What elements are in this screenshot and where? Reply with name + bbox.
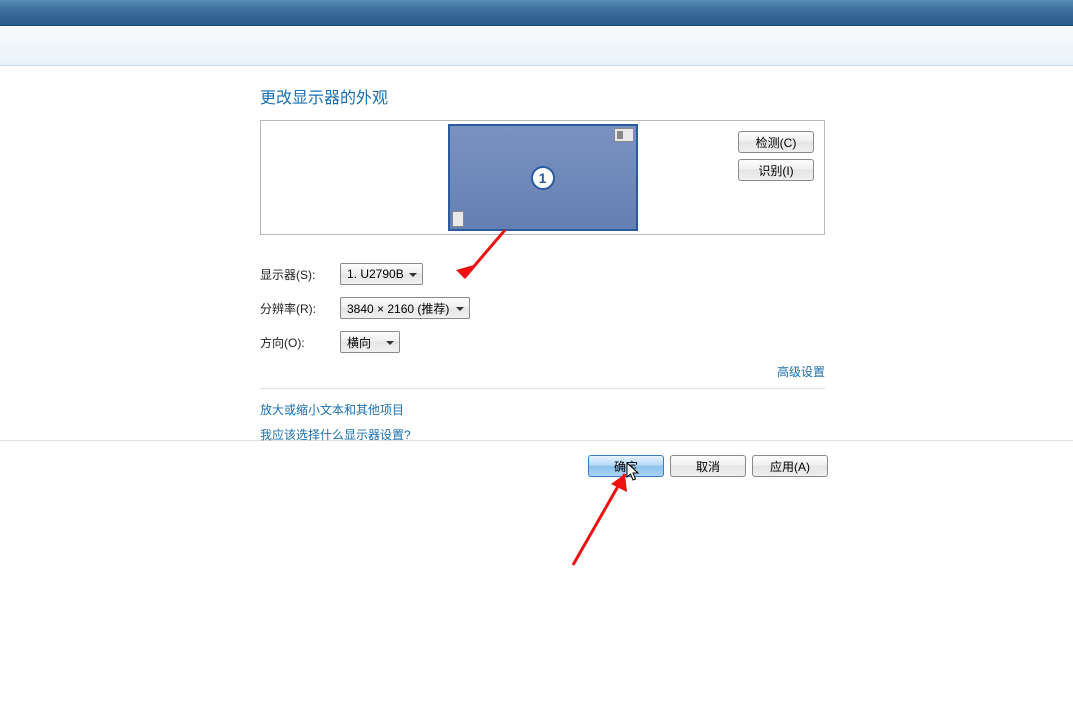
orientation-dropdown-value: 横向 xyxy=(347,334,371,351)
display-preview-box: 1 检测(C) 识别(I) xyxy=(260,120,825,235)
which-settings-link[interactable]: 我应该选择什么显示器设置? xyxy=(260,426,1073,443)
window-toolbar xyxy=(0,26,1073,66)
cancel-button[interactable]: 取消 xyxy=(670,455,746,477)
settings-form: 显示器(S): 1. U2790B 分辨率(R): 3840 × 2160 (推… xyxy=(260,257,825,359)
preview-side-buttons: 检测(C) 识别(I) xyxy=(738,131,814,181)
resolution-label: 分辨率(R): xyxy=(260,300,340,317)
dialog-buttons: 确定 取消 应用(A) xyxy=(0,455,1073,477)
detect-button[interactable]: 检测(C) xyxy=(738,131,814,153)
help-links: 放大或缩小文本和其他项目 我应该选择什么显示器设置? xyxy=(260,401,1073,443)
page-title: 更改显示器的外观 xyxy=(260,84,1073,108)
sidebar-spacer xyxy=(0,66,260,440)
monitor-corner-icon xyxy=(614,128,634,142)
main-panel: 更改显示器的外观 1 检测(C) 识别(I) 显示器(S): 1. U2790B… xyxy=(260,66,1073,440)
scale-text-link[interactable]: 放大或缩小文本和其他项目 xyxy=(260,401,1073,418)
display-dropdown[interactable]: 1. U2790B xyxy=(340,263,423,285)
apply-button[interactable]: 应用(A) xyxy=(752,455,828,477)
content-area: 更改显示器的外观 1 检测(C) 识别(I) 显示器(S): 1. U2790B… xyxy=(0,66,1073,441)
advanced-settings-link[interactable]: 高级设置 xyxy=(777,365,825,379)
display-dropdown-value: 1. U2790B xyxy=(347,267,404,281)
resolution-dropdown-value: 3840 × 2160 (推荐) xyxy=(347,300,449,317)
display-label: 显示器(S): xyxy=(260,266,340,283)
ok-button[interactable]: 确定 xyxy=(588,455,664,477)
identify-button[interactable]: 识别(I) xyxy=(738,159,814,181)
monitor-number-badge: 1 xyxy=(531,166,555,190)
row-resolution: 分辨率(R): 3840 × 2160 (推荐) xyxy=(260,291,825,325)
orientation-label: 方向(O): xyxy=(260,334,340,351)
orientation-dropdown[interactable]: 横向 xyxy=(340,331,400,353)
resolution-dropdown[interactable]: 3840 × 2160 (推荐) xyxy=(340,297,470,319)
monitor-thumbnail[interactable]: 1 xyxy=(448,124,638,231)
row-orientation: 方向(O): 横向 xyxy=(260,325,825,359)
window-titlebar xyxy=(0,0,1073,26)
advanced-row: 高级设置 xyxy=(260,363,825,389)
row-display: 显示器(S): 1. U2790B xyxy=(260,257,825,291)
monitor-corner-icon xyxy=(452,211,464,227)
